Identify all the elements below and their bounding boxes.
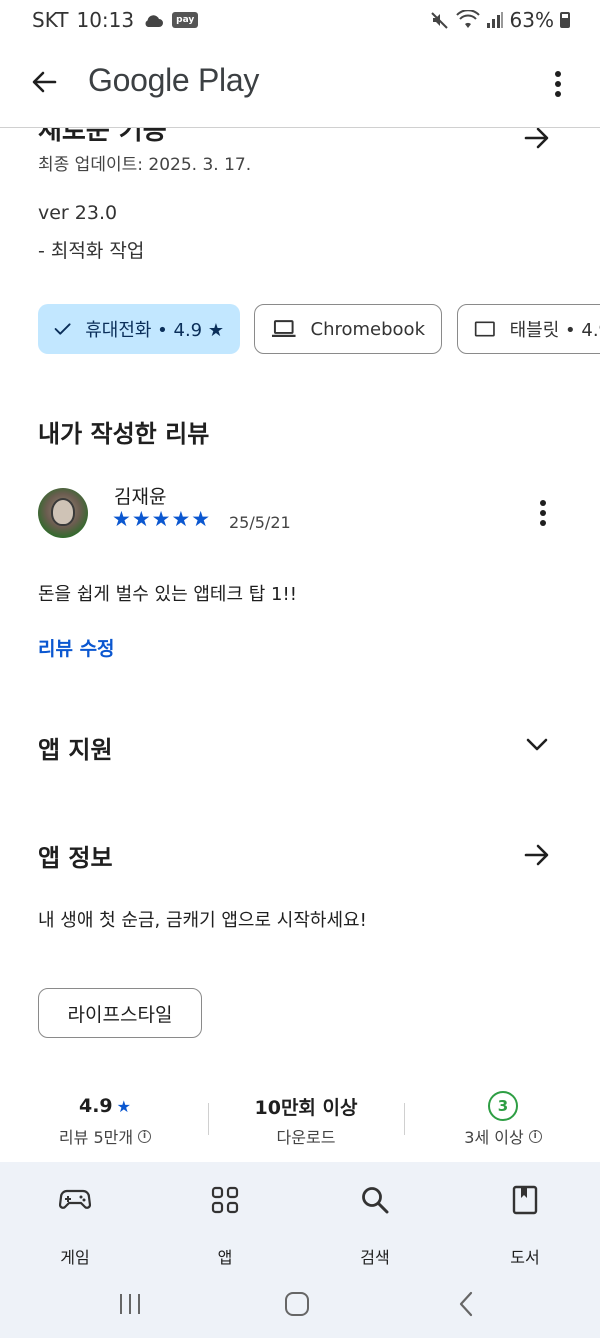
stat-downloads: 10만회 이상 다운로드 <box>211 1092 401 1148</box>
stat-age-value-row: 3 <box>408 1091 598 1121</box>
check-icon <box>54 323 71 335</box>
nav-item-books[interactable]: 도서 <box>450 1162 600 1274</box>
app-info-arrow-button[interactable] <box>517 835 557 875</box>
chevron-left-icon <box>459 1291 473 1317</box>
device-chip-phone[interactable]: 휴대전화 • 4.9 ★ <box>38 304 240 354</box>
more-vert-icon <box>540 500 546 526</box>
category-chip[interactable]: 라이프스타일 <box>38 988 202 1038</box>
stat-divider <box>404 1103 405 1135</box>
status-bar: SKT 10:13 pay 63% <box>0 0 600 40</box>
edit-review-link[interactable]: 리뷰 수정 <box>38 634 115 661</box>
signal-icon <box>486 12 503 28</box>
home-button[interactable] <box>277 1288 317 1320</box>
review-more-button[interactable] <box>530 496 556 530</box>
more-vert-icon <box>555 71 561 97</box>
pay-badge: pay <box>172 12 199 28</box>
back-button[interactable] <box>26 62 62 102</box>
book-icon <box>507 1182 543 1218</box>
version-text: ver 23.0 <box>38 202 118 224</box>
app-tagline: 내 생애 첫 순금, 금캐기 앱으로 시작하세요! <box>38 910 367 931</box>
avatar <box>38 488 88 538</box>
nav-item-search[interactable]: 검색 <box>300 1162 450 1274</box>
bottom-navigation: 게임 앱 검색 도서 <box>0 1162 600 1274</box>
avatar-face <box>51 498 75 526</box>
carrier-label: SKT <box>32 8 69 32</box>
stat-divider <box>208 1103 209 1135</box>
reviewer-name: 김재윤 <box>114 486 167 508</box>
battery-icon <box>560 12 570 28</box>
system-navigation-bar <box>0 1274 600 1338</box>
search-icon <box>357 1182 393 1218</box>
tablet-icon <box>474 321 495 337</box>
info-icon: i <box>528 1129 542 1143</box>
recent-apps-button[interactable] <box>110 1288 150 1320</box>
last-updated: 최종 업데이트: 2025. 3. 17. <box>38 155 252 175</box>
nav-label-apps: 앱 <box>217 1248 233 1267</box>
review-date: 25/5/21 <box>229 513 291 532</box>
recent-apps-icon <box>120 1294 140 1314</box>
stat-rating-label-row: 리뷰 5만개 i <box>10 1124 200 1148</box>
nav-label-search: 검색 <box>360 1248 390 1267</box>
rating-stars: ★★★★★ <box>112 507 212 531</box>
review-text: 돈을 쉽게 벌수 있는 앱테크 탑 1!! <box>38 584 297 605</box>
more-options-button[interactable] <box>546 64 570 104</box>
device-chip-phone-label: 휴대전화 • 4.9 ★ <box>85 320 224 341</box>
battery-level: 63% <box>509 8 554 32</box>
stat-rating-value-row: 4.9 ★ <box>10 1092 200 1120</box>
status-right: 63% <box>430 8 570 32</box>
my-review-heading: 내가 작성한 리뷰 <box>38 420 210 448</box>
app-title: Google Play <box>88 62 260 98</box>
app-info-heading: 앱 정보 <box>38 844 113 872</box>
laptop-icon <box>271 320 296 338</box>
stat-age-label-row: 3세 이상 i <box>408 1124 598 1148</box>
stat-age[interactable]: 3 3세 이상 i <box>408 1091 598 1148</box>
mute-icon <box>430 12 448 29</box>
device-chip-chromebook-label: Chromebook <box>310 318 425 340</box>
chevron-down-icon <box>526 738 548 751</box>
arrow-forward-icon <box>524 844 549 866</box>
device-chip-tablet-label: 태블릿 • 4.9 <box>509 320 600 341</box>
clock: 10:13 <box>76 8 135 32</box>
arrow-forward-icon <box>524 127 549 149</box>
app-support-heading[interactable]: 앱 지원 <box>38 730 113 765</box>
nav-label-books: 도서 <box>510 1248 540 1267</box>
cloud-icon <box>145 15 164 27</box>
stat-downloads-value: 10만회 이상 <box>254 1096 358 1119</box>
change-note: - 최적화 작업 <box>38 240 145 262</box>
arrow-back-icon <box>32 71 57 93</box>
gamepad-icon <box>57 1182 93 1218</box>
expand-app-support-button[interactable] <box>524 732 550 758</box>
system-back-button[interactable] <box>446 1288 486 1320</box>
stat-rating[interactable]: 4.9 ★ 리뷰 5만개 i <box>10 1092 200 1148</box>
nav-item-games[interactable]: 게임 <box>0 1162 150 1274</box>
stat-downloads-label: 다운로드 <box>276 1128 336 1147</box>
stat-rating-value: 4.9 <box>78 1095 113 1117</box>
apps-grid-icon <box>207 1182 243 1218</box>
stat-rating-label: 리뷰 5만개 <box>58 1128 134 1147</box>
status-left: SKT 10:13 pay <box>32 8 199 32</box>
nav-item-apps[interactable]: 앱 <box>150 1162 300 1274</box>
info-icon: i <box>138 1129 152 1143</box>
home-icon <box>285 1292 309 1316</box>
nav-label-games: 게임 <box>60 1248 90 1267</box>
wifi-icon <box>455 10 480 28</box>
age-rating-badge: 3 <box>488 1091 518 1121</box>
star-icon: ★ <box>116 1096 131 1116</box>
app-bar: Google Play <box>0 40 600 128</box>
stat-age-label: 3세 이상 <box>464 1128 524 1147</box>
device-chip-chromebook[interactable]: Chromebook <box>254 304 442 354</box>
device-chip-tablet[interactable]: 태블릿 • 4.9 <box>457 304 600 354</box>
